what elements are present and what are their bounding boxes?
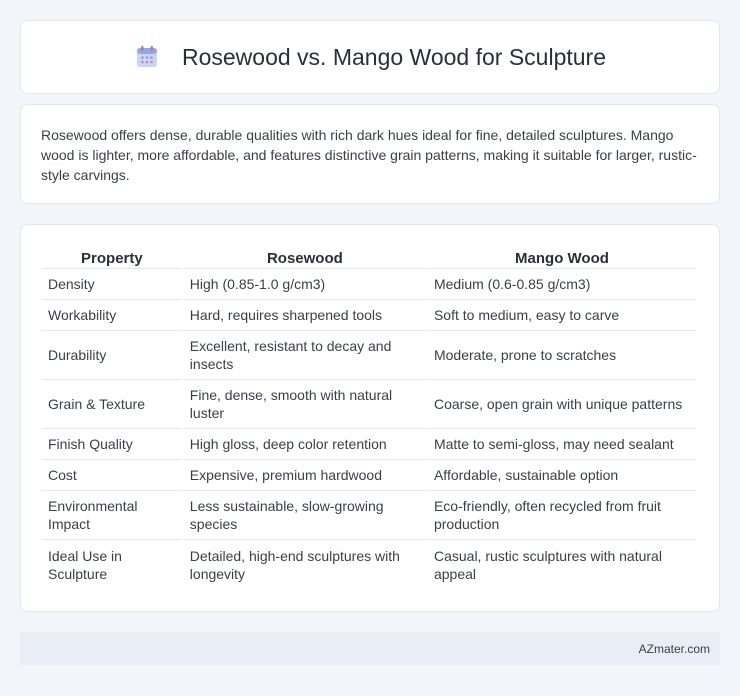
cell-rosewood: Fine, dense, smooth with natural luster (183, 380, 426, 429)
cell-mango-wood: Moderate, prone to scratches (427, 331, 696, 380)
cell-property: Ideal Use in Sculpture (48, 547, 122, 582)
page-title: Rosewood vs. Mango Wood for Sculpture (181, 43, 607, 70)
header-property: Property (42, 245, 182, 269)
cell-mango-wood: Coarse, open grain with unique patterns (427, 380, 696, 429)
comparison-card: Property Rosewood Mango Wood Density Hig… (20, 224, 720, 612)
cell-mango-wood: Matte to semi-gloss, may need sealant (427, 429, 696, 460)
cell-rosewood: Hard, requires sharpened tools (183, 300, 426, 331)
footer-site-name: AZmater.com (638, 641, 710, 656)
header-rosewood: Rosewood (183, 245, 426, 269)
cell-rosewood: High gloss, deep color retention (183, 429, 426, 460)
table-row: Grain & Texture Fine, dense, smooth with… (42, 380, 696, 429)
cell-property: Environmental Impact (42, 491, 182, 540)
cell-property: Finish Quality (42, 429, 182, 460)
table-header-row: Property Rosewood Mango Wood (42, 245, 696, 269)
cell-mango-wood: Casual, rustic sculptures with natural a… (433, 547, 662, 582)
cell-mango-wood: Eco-friendly, often recycled from fruit … (427, 491, 696, 540)
cell-mango-wood: Soft to medium, easy to carve (427, 300, 696, 331)
cell-property: Grain & Texture (42, 380, 182, 429)
intro-card: Rosewood offers dense, durable qualities… (20, 104, 720, 204)
cell-property: Durability (42, 331, 182, 380)
cell-rosewood: Less sustainable, slow-growing species (183, 491, 426, 540)
footer: AZmater.com (20, 632, 720, 665)
table-row: Density High (0.85-1.0 g/cm3) Medium (0.… (42, 269, 696, 300)
cell-mango-wood: Medium (0.6-0.85 g/cm3) (427, 269, 696, 300)
table-row: Cost Expensive, premium hardwood Afforda… (42, 460, 696, 491)
comparison-table: Property Rosewood Mango Wood Density Hig… (40, 245, 698, 589)
title-wrap: Rosewood vs. Mango Wood for Sculpture (134, 44, 606, 71)
cell-property: Cost (42, 460, 182, 491)
cell-property: Density (42, 269, 182, 300)
calendar-icon (134, 44, 160, 70)
cell-rosewood: Detailed, high-end sculptures with longe… (189, 547, 400, 582)
table-row: Workability Hard, requires sharpened too… (42, 300, 696, 331)
table-row: Environmental Impact Less sustainable, s… (42, 491, 696, 540)
header-mango-wood: Mango Wood (427, 245, 696, 269)
header-card: Rosewood vs. Mango Wood for Sculpture (20, 20, 720, 94)
intro-text: Rosewood offers dense, durable qualities… (41, 127, 697, 183)
cell-rosewood: Excellent, resistant to decay and insect… (183, 331, 426, 380)
table-row: Ideal Use in Sculpture Detailed, high-en… (42, 540, 696, 589)
cell-rosewood: Expensive, premium hardwood (183, 460, 426, 491)
table-row: Durability Excellent, resistant to decay… (42, 331, 696, 380)
table-row: Finish Quality High gloss, deep color re… (42, 429, 696, 460)
cell-mango-wood: Affordable, sustainable option (427, 460, 696, 491)
cell-rosewood: High (0.85-1.0 g/cm3) (183, 269, 426, 300)
cell-property: Workability (42, 300, 182, 331)
